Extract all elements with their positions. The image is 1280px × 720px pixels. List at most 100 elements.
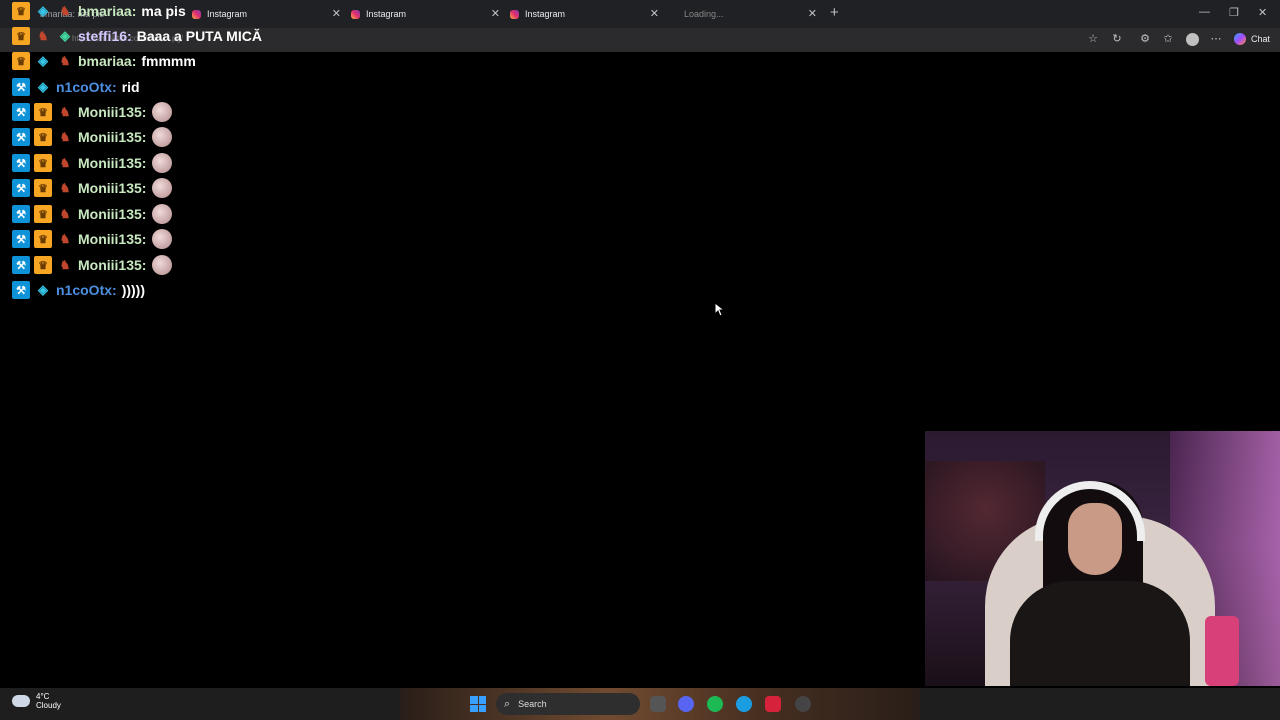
chat-message: ⚒ ♛ ♞ Moniii135: <box>12 254 173 276</box>
chat-message: ♛ ◈ ♞ bmariaa: fmmmm <box>12 50 196 72</box>
chat-message: ⚒ ♛ ♞ Moniii135: <box>12 152 173 174</box>
weather-desc: Cloudy <box>36 701 61 710</box>
gift-icon: ◈ <box>38 53 48 68</box>
edge-icon[interactable] <box>736 696 752 712</box>
search-label: Search <box>518 699 547 709</box>
crown-icon: ♛ <box>12 2 30 20</box>
headphones-icon: ♞ <box>59 258 71 272</box>
crown-icon: ♛ <box>12 27 30 45</box>
gift-icon: ◈ <box>38 282 48 297</box>
mod-icon: ⚒ <box>12 154 30 172</box>
chat-username: Moniii135 <box>78 206 142 222</box>
mod-icon: ⚒ <box>12 256 30 274</box>
profile-avatar[interactable] <box>1186 33 1199 46</box>
crown-icon: ♛ <box>34 128 52 146</box>
streamer-hoodie <box>1010 581 1190 686</box>
mod-icon: ⚒ <box>12 128 30 146</box>
headphones-icon: ♞ <box>59 181 71 195</box>
chat-message: ⚒ ♛ ♞ Moniii135: <box>12 203 173 225</box>
headphones-icon: ♞ <box>37 29 49 43</box>
taskbar <box>0 688 1280 720</box>
copilot-icon <box>1234 33 1246 45</box>
headphones-icon: ♞ <box>59 207 71 221</box>
chat-message: ⚒ ♛ ♞ Moniii135: <box>12 126 173 148</box>
headset <box>1035 481 1145 541</box>
mod-icon: ⚒ <box>12 78 30 96</box>
refresh-icon[interactable]: ↻ <box>1111 33 1123 45</box>
chat-message: ⚒ ◈ n1coOtx: rid <box>12 76 140 98</box>
crown-icon: ♛ <box>34 256 52 274</box>
chat-message: ⚒ ◈ n1coOtx: ))))) <box>12 279 145 301</box>
mod-icon: ⚒ <box>12 230 30 248</box>
crown-icon: ♛ <box>34 103 52 121</box>
discord-icon[interactable] <box>678 696 694 712</box>
restore-icon[interactable]: ❐ <box>1229 6 1239 19</box>
headphones-icon: ♞ <box>59 232 71 246</box>
headphones-icon: ♞ <box>59 4 71 18</box>
cloud-icon <box>12 695 30 707</box>
more-menu-icon[interactable]: ⋯ <box>1210 33 1222 45</box>
webcam-overlay <box>925 431 1280 686</box>
gift-icon: ◈ <box>38 79 48 94</box>
headphones-icon: ♞ <box>59 156 71 170</box>
chat-message: ⚒ ♛ ♞ Moniii135: <box>12 228 173 250</box>
chat-username: Moniii135 <box>78 155 142 171</box>
gift-icon: ◈ <box>60 28 70 43</box>
file-explorer-icon[interactable] <box>650 696 666 712</box>
crown-icon: ♛ <box>34 179 52 197</box>
chat-text: fmmmm <box>141 53 196 69</box>
app-red-icon[interactable] <box>765 696 781 712</box>
stream-chat-overlay: ♛ ◈ ♞ bmariaa: ma pis ♛ ♞ ◈ steffi16: Ba… <box>0 0 900 310</box>
pink-cup <box>1205 616 1239 686</box>
chat-button-label: Chat <box>1251 34 1271 44</box>
chat-username: steffi16 <box>78 28 128 44</box>
chat-username: bmariaa <box>78 3 132 19</box>
window-close-icon[interactable]: ✕ <box>1258 6 1267 19</box>
search-icon: ⌕ <box>504 697 511 710</box>
chat-username: Moniii135 <box>78 104 142 120</box>
chat-username: Moniii135 <box>78 180 142 196</box>
chat-message: ⚒ ♛ ♞ Moniii135: <box>12 177 173 199</box>
weather-widget[interactable]: 4°C Cloudy <box>12 692 61 710</box>
headphones-icon: ♞ <box>59 130 71 144</box>
mouse-cursor-icon <box>714 302 724 317</box>
chat-text: rid <box>121 79 140 95</box>
crown-icon: ♛ <box>34 205 52 223</box>
mod-icon: ⚒ <box>12 205 30 223</box>
minimize-icon[interactable]: — <box>1199 6 1210 18</box>
chat-message: ⚒ ♛ ♞ Moniii135: <box>12 101 173 123</box>
emote-icon <box>152 178 173 198</box>
taskbar-search[interactable]: ⌕ Search <box>496 693 640 715</box>
chat-username: Moniii135 <box>78 257 142 273</box>
chat-username: Moniii135 <box>78 129 142 145</box>
chat-text: ))))) <box>121 282 145 298</box>
headphones-icon: ♞ <box>59 54 71 68</box>
weather-temp: 4°C <box>36 692 50 701</box>
chat-username: n1coOtx <box>56 79 113 95</box>
chat-text: Baaa a PUTA MICĂ <box>136 28 262 44</box>
chat-username: bmariaa <box>78 53 132 69</box>
crown-icon: ♛ <box>34 230 52 248</box>
steam-icon[interactable] <box>795 696 811 712</box>
gift-icon: ◈ <box>38 3 48 18</box>
emote-icon <box>152 229 173 249</box>
emote-icon <box>152 255 173 275</box>
star-icon[interactable]: ☆ <box>1087 33 1099 45</box>
chat-message: ♛ ◈ ♞ bmariaa: ma pis <box>12 0 186 22</box>
windows-start-icon[interactable] <box>470 696 486 712</box>
chat-username: Moniii135 <box>78 231 142 247</box>
chat-button[interactable]: Chat <box>1234 33 1270 45</box>
mod-icon: ⚒ <box>12 103 30 121</box>
emote-icon <box>152 204 173 224</box>
emote-icon <box>152 102 173 122</box>
emote-icon <box>152 153 173 173</box>
mod-icon: ⚒ <box>12 179 30 197</box>
chat-message: ♛ ♞ ◈ steffi16: Baaa a PUTA MICĂ <box>12 25 262 47</box>
emote-icon <box>152 127 173 147</box>
spotify-icon[interactable] <box>707 696 723 712</box>
chat-username: n1coOtx <box>56 282 113 298</box>
crown-icon: ♛ <box>12 52 30 70</box>
headphones-icon: ♞ <box>59 105 71 119</box>
favorites-icon[interactable]: ✩ <box>1162 33 1174 45</box>
extensions-icon[interactable]: ⚙ <box>1139 33 1151 45</box>
